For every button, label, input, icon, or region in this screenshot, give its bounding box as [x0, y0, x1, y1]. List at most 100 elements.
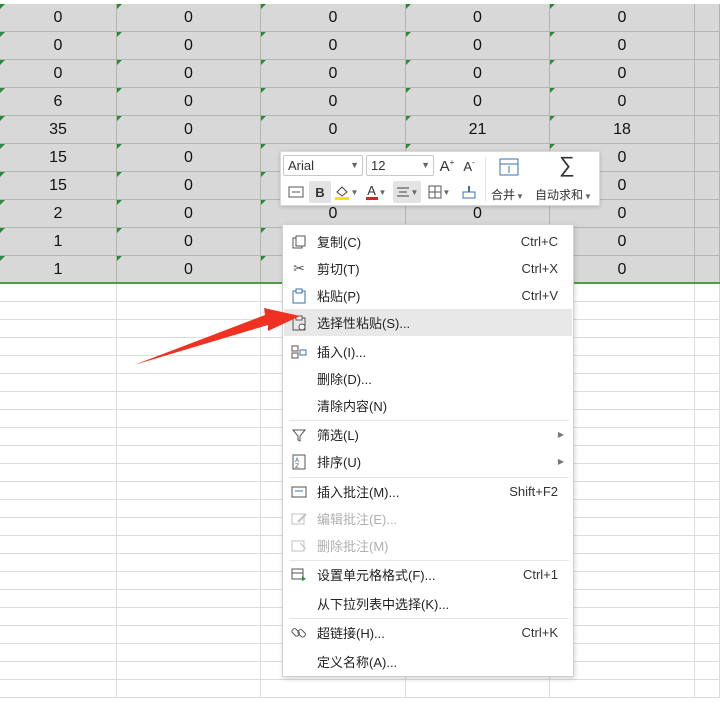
grid-cell[interactable] — [695, 4, 720, 31]
grid-cell[interactable] — [117, 554, 261, 571]
grid-cell[interactable] — [695, 256, 720, 283]
grid-cell[interactable] — [117, 410, 261, 427]
grid-cell[interactable]: 0 — [406, 88, 550, 115]
grid-cell[interactable] — [695, 228, 720, 255]
grid-cell[interactable] — [550, 680, 695, 697]
grid-cell[interactable]: 0 — [117, 60, 261, 87]
grid-cell[interactable] — [117, 572, 261, 589]
font-color-button[interactable]: A ▼ — [363, 181, 389, 203]
menu-item-cut[interactable]: ✂ 剪切(T) Ctrl+X — [284, 255, 572, 282]
grid-cell[interactable]: 0 — [117, 88, 261, 115]
grid-cell[interactable] — [695, 284, 720, 301]
grid-cell[interactable]: 0 — [117, 116, 261, 143]
grid-cell[interactable] — [0, 518, 117, 535]
grid-cell[interactable] — [117, 536, 261, 553]
grid-cell[interactable]: 0 — [117, 4, 261, 31]
grid-cell[interactable]: 0 — [261, 116, 406, 143]
grid-cell[interactable] — [695, 500, 720, 517]
grid-cell[interactable]: 15 — [0, 144, 117, 171]
menu-item-paste[interactable]: 粘贴(P) Ctrl+V — [284, 282, 572, 309]
font-name-select[interactable]: Arial ▼ — [283, 155, 363, 176]
grid-cell[interactable] — [0, 464, 117, 481]
grid-cell[interactable]: 21 — [406, 116, 550, 143]
menu-item-clear-contents[interactable]: 清除内容(N) — [284, 392, 572, 419]
grid-cell[interactable]: 0 — [261, 88, 406, 115]
grid-cell[interactable] — [695, 608, 720, 625]
grid-cell[interactable] — [695, 410, 720, 427]
grid-cell[interactable] — [117, 284, 261, 301]
grid-cell[interactable]: 0 — [550, 60, 695, 87]
grid-cell[interactable] — [695, 32, 720, 59]
grid-cell[interactable] — [0, 626, 117, 643]
grid-cell[interactable] — [695, 172, 720, 199]
grid-cell[interactable] — [695, 60, 720, 87]
increase-font-button[interactable]: A + — [437, 155, 457, 177]
merge-icon-button[interactable] — [495, 156, 523, 178]
grid-cell[interactable]: 18 — [550, 116, 695, 143]
grid-cell[interactable]: 0 — [550, 88, 695, 115]
grid-cell[interactable] — [695, 644, 720, 661]
grid-cell[interactable] — [0, 320, 117, 337]
grid-cell[interactable] — [695, 482, 720, 499]
align-center-button[interactable]: ▼ — [393, 181, 421, 203]
menu-item-edit-comment[interactable]: 编辑批注(E)... — [284, 505, 572, 532]
grid-cell[interactable]: 0 — [117, 200, 261, 227]
grid-cell[interactable] — [0, 572, 117, 589]
menu-item-delete-comment[interactable]: 删除批注(M) — [284, 532, 572, 559]
grid-cell[interactable] — [0, 284, 117, 301]
grid-cell[interactable] — [117, 464, 261, 481]
grid-cell[interactable] — [695, 554, 720, 571]
grid-cell[interactable] — [695, 446, 720, 463]
grid-cell[interactable]: 0 — [550, 32, 695, 59]
grid-cell[interactable] — [117, 662, 261, 679]
grid-cell[interactable] — [117, 320, 261, 337]
grid-cell[interactable] — [0, 500, 117, 517]
grid-cell[interactable] — [117, 392, 261, 409]
menu-item-sort[interactable]: AZ 排序(U) ▶ — [284, 448, 572, 475]
grid-cell[interactable] — [695, 590, 720, 607]
grid-cell[interactable] — [695, 680, 720, 697]
grid-cell[interactable] — [0, 446, 117, 463]
grid-cell[interactable] — [0, 608, 117, 625]
grid-cell[interactable] — [117, 608, 261, 625]
grid-cell[interactable] — [0, 356, 117, 373]
grid-cell[interactable]: 1 — [0, 256, 117, 283]
grid-cell[interactable]: 35 — [0, 116, 117, 143]
grid-cell[interactable] — [117, 302, 261, 319]
grid-cell[interactable]: 0 — [261, 60, 406, 87]
menu-item-paste-special[interactable]: 选择性粘贴(S)... — [284, 309, 572, 336]
grid-cell[interactable] — [0, 680, 117, 697]
grid-cell[interactable] — [0, 302, 117, 319]
grid-cell[interactable] — [695, 464, 720, 481]
menu-item-pick-from-list[interactable]: 从下拉列表中选择(K)... — [284, 590, 572, 617]
merge-button[interactable]: 合并▼ — [491, 186, 524, 203]
grid-cell[interactable] — [0, 536, 117, 553]
grid-cell[interactable] — [695, 374, 720, 391]
grid-cell[interactable] — [117, 338, 261, 355]
grid-cell[interactable]: 0 — [0, 60, 117, 87]
grid-cell[interactable] — [117, 626, 261, 643]
grid-cell[interactable]: 0 — [117, 256, 261, 283]
grid-cell[interactable] — [695, 302, 720, 319]
grid-cell[interactable]: 0 — [550, 4, 695, 31]
menu-item-copy[interactable]: 复制(C) Ctrl+C — [284, 228, 572, 255]
grid-cell[interactable]: 0 — [261, 4, 406, 31]
grid-cell[interactable] — [117, 446, 261, 463]
wrap-text-button[interactable] — [285, 181, 307, 203]
menu-item-insert[interactable]: 插入(I)... — [284, 338, 572, 365]
grid-cell[interactable]: 0 — [406, 60, 550, 87]
decrease-font-button[interactable]: A- — [459, 155, 479, 177]
grid-cell[interactable]: 0 — [0, 32, 117, 59]
grid-cell[interactable] — [117, 482, 261, 499]
grid-cell[interactable] — [0, 338, 117, 355]
grid-cell[interactable] — [0, 644, 117, 661]
grid-cell[interactable] — [117, 644, 261, 661]
autosum-button[interactable]: 自动求和▼ — [535, 186, 592, 203]
grid-cell[interactable] — [117, 590, 261, 607]
borders-button[interactable]: ▼ — [425, 181, 453, 203]
grid-cell[interactable] — [117, 500, 261, 517]
grid-cell[interactable] — [117, 680, 261, 697]
grid-cell[interactable]: 6 — [0, 88, 117, 115]
bold-button[interactable]: B — [309, 181, 331, 203]
grid-cell[interactable]: 0 — [406, 32, 550, 59]
